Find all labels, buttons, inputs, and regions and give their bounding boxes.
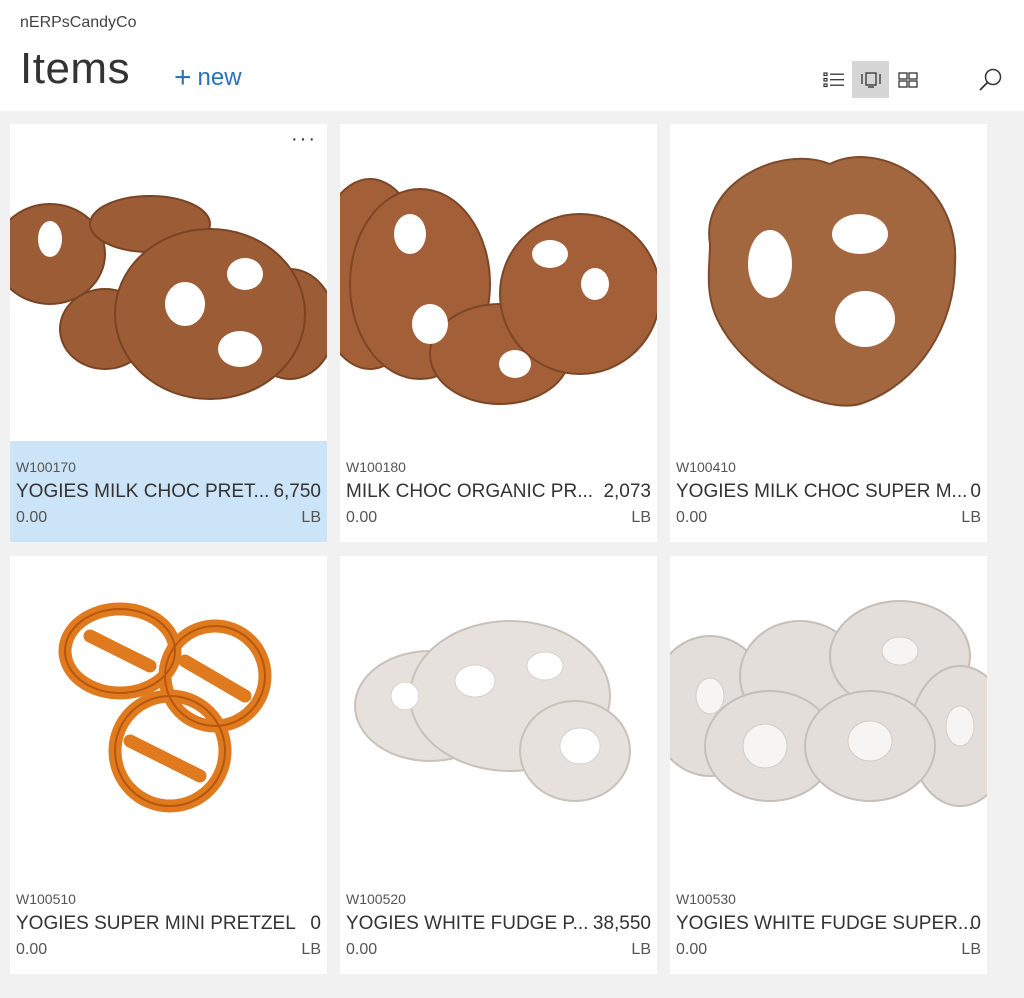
item-price: 0.00 [676, 941, 708, 958]
item-code: W100510 [16, 891, 76, 907]
item-unit: LB [961, 941, 981, 958]
item-card[interactable]: ··· W100170 YOGIES MILK CHOC PRET... 6,7… [10, 124, 327, 542]
item-price: 0.00 [346, 941, 378, 958]
item-image [670, 124, 987, 441]
item-info: W100530 YOGIES WHITE FUDGE SUPER... 0 0.… [670, 873, 987, 974]
item-code: W100170 [16, 459, 76, 475]
item-card[interactable]: W100510 YOGIES SUPER MINI PRETZEL 0 0.00… [10, 556, 327, 974]
item-name: YOGIES SUPER MINI PRETZEL [16, 913, 296, 934]
item-unit: LB [631, 941, 651, 958]
item-name: YOGIES MILK CHOC PRET... [16, 481, 270, 502]
item-info: W100410 YOGIES MILK CHOC SUPER M... 0 0.… [670, 441, 987, 542]
plus-icon: + [174, 61, 192, 94]
item-quantity: 6,750 [273, 481, 321, 502]
item-image [10, 556, 327, 873]
item-info: W100170 YOGIES MILK CHOC PRET... 6,750 0… [10, 441, 327, 542]
item-code: W100530 [676, 891, 736, 907]
item-unit: LB [301, 941, 321, 958]
item-card[interactable]: W100180 MILK CHOC ORGANIC PR... 2,073 0.… [340, 124, 657, 542]
tile-view-button[interactable] [852, 61, 889, 98]
tile-view-icon [860, 71, 881, 88]
search-button[interactable] [975, 64, 1007, 96]
item-quantity: 0 [970, 913, 981, 934]
item-image [340, 556, 657, 873]
item-code: W100520 [346, 891, 406, 907]
list-view-icon [822, 71, 844, 87]
top-bar: nERPsCandyCo Items + new [0, 0, 1024, 111]
item-name: YOGIES WHITE FUDGE SUPER... [676, 913, 974, 934]
item-quantity: 0 [970, 481, 981, 502]
item-code: W100410 [676, 459, 736, 475]
grid-view-icon [897, 71, 918, 88]
item-quantity: 38,550 [592, 913, 651, 934]
page-title: Items [20, 44, 131, 93]
company-name: nERPsCandyCo [20, 14, 137, 31]
list-view-button[interactable] [815, 61, 852, 98]
item-quantity: 0 [310, 913, 321, 934]
item-info: W100510 YOGIES SUPER MINI PRETZEL 0 0.00… [10, 873, 327, 974]
item-code: W100180 [346, 459, 406, 475]
new-button-label: new [197, 64, 242, 91]
item-card[interactable]: W100410 YOGIES MILK CHOC SUPER M... 0 0.… [670, 124, 987, 542]
item-name: YOGIES WHITE FUDGE P... [346, 913, 589, 934]
item-image [340, 124, 657, 441]
grid-view-button[interactable] [889, 61, 926, 98]
new-button[interactable]: + new [174, 61, 242, 94]
item-card[interactable]: W100530 YOGIES WHITE FUDGE SUPER... 0 0.… [670, 556, 987, 974]
item-card[interactable]: W100520 YOGIES WHITE FUDGE P... 38,550 0… [340, 556, 657, 974]
item-name: MILK CHOC ORGANIC PR... [346, 481, 594, 502]
item-image [670, 556, 987, 873]
item-info: W100180 MILK CHOC ORGANIC PR... 2,073 0.… [340, 441, 657, 542]
search-icon [979, 68, 1002, 91]
item-unit: LB [301, 509, 321, 526]
item-name: YOGIES MILK CHOC SUPER M... [676, 481, 968, 502]
item-quantity: 2,073 [603, 481, 651, 502]
item-price: 0.00 [16, 509, 48, 526]
item-price: 0.00 [16, 941, 48, 958]
item-unit: LB [631, 509, 651, 526]
item-unit: LB [961, 509, 981, 526]
item-image [10, 124, 327, 441]
item-price: 0.00 [676, 509, 708, 526]
more-options-icon[interactable]: ··· [291, 128, 317, 151]
item-price: 0.00 [346, 509, 378, 526]
item-info: W100520 YOGIES WHITE FUDGE P... 38,550 0… [340, 873, 657, 974]
